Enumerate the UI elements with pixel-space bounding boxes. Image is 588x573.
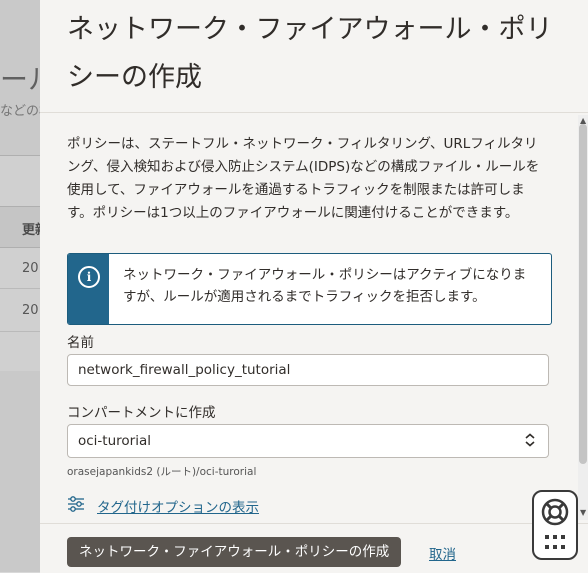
info-alert: i ネットワーク・ファイアウォール・ポリシーはアクティブになりますが、ルールが適… [67, 253, 552, 325]
scrollbar-thumb[interactable] [579, 124, 587, 464]
panel-description: ポリシーは、ステートフル・ネットワーク・フィルタリング、URLフィルタリング、侵… [67, 136, 540, 221]
info-icon: i [78, 266, 100, 288]
compartment-path: orasejapankids2 (ルート)/oci-turorial [67, 466, 257, 478]
panel-footer: ネットワーク・ファイアウォール・ポリシーの作成 取消 [40, 523, 588, 573]
compartment-select[interactable]: oci-turorial [67, 424, 549, 458]
panel-body: ポリシーは、ステートフル・ネットワーク・フィルタリング、URLフィルタリング、侵… [40, 113, 588, 523]
compartment-select-value: oci-turorial [78, 433, 151, 449]
cancel-link[interactable]: 取消 [429, 543, 456, 563]
chevron-up-down-icon [525, 433, 535, 447]
create-policy-button[interactable]: ネットワーク・ファイアウォール・ポリシーの作成 [67, 537, 402, 567]
lifebuoy-icon[interactable] [540, 497, 570, 527]
scroll-down-arrow[interactable]: ▼ [580, 508, 586, 517]
sliders-icon [68, 496, 84, 512]
alert-icon-bar: i [68, 254, 109, 324]
modal-overlay[interactable] [0, 0, 40, 572]
panel-title: ネットワーク・ファイアウォール・ポリシーの作成 [67, 14, 553, 93]
grid-icon[interactable] [544, 534, 566, 552]
show-tagging-options-label: タグ付けオプションの表示 [97, 500, 259, 516]
help-widget[interactable] [532, 490, 578, 560]
compartment-label: コンパートメントに作成 [67, 405, 216, 421]
name-input[interactable]: network_firewall_policy_tutorial [67, 354, 549, 386]
panel-header: ネットワーク・ファイアウォール・ポリシーの作成 [40, 0, 588, 113]
alert-text: ネットワーク・ファイアウォール・ポリシーはアクティブになりますが、ルールが適用さ… [123, 267, 527, 305]
create-policy-panel: ネットワーク・ファイアウォール・ポリシーの作成 ポリシーは、ステートフル・ネット… [40, 0, 588, 573]
name-label: 名前 [67, 335, 94, 351]
